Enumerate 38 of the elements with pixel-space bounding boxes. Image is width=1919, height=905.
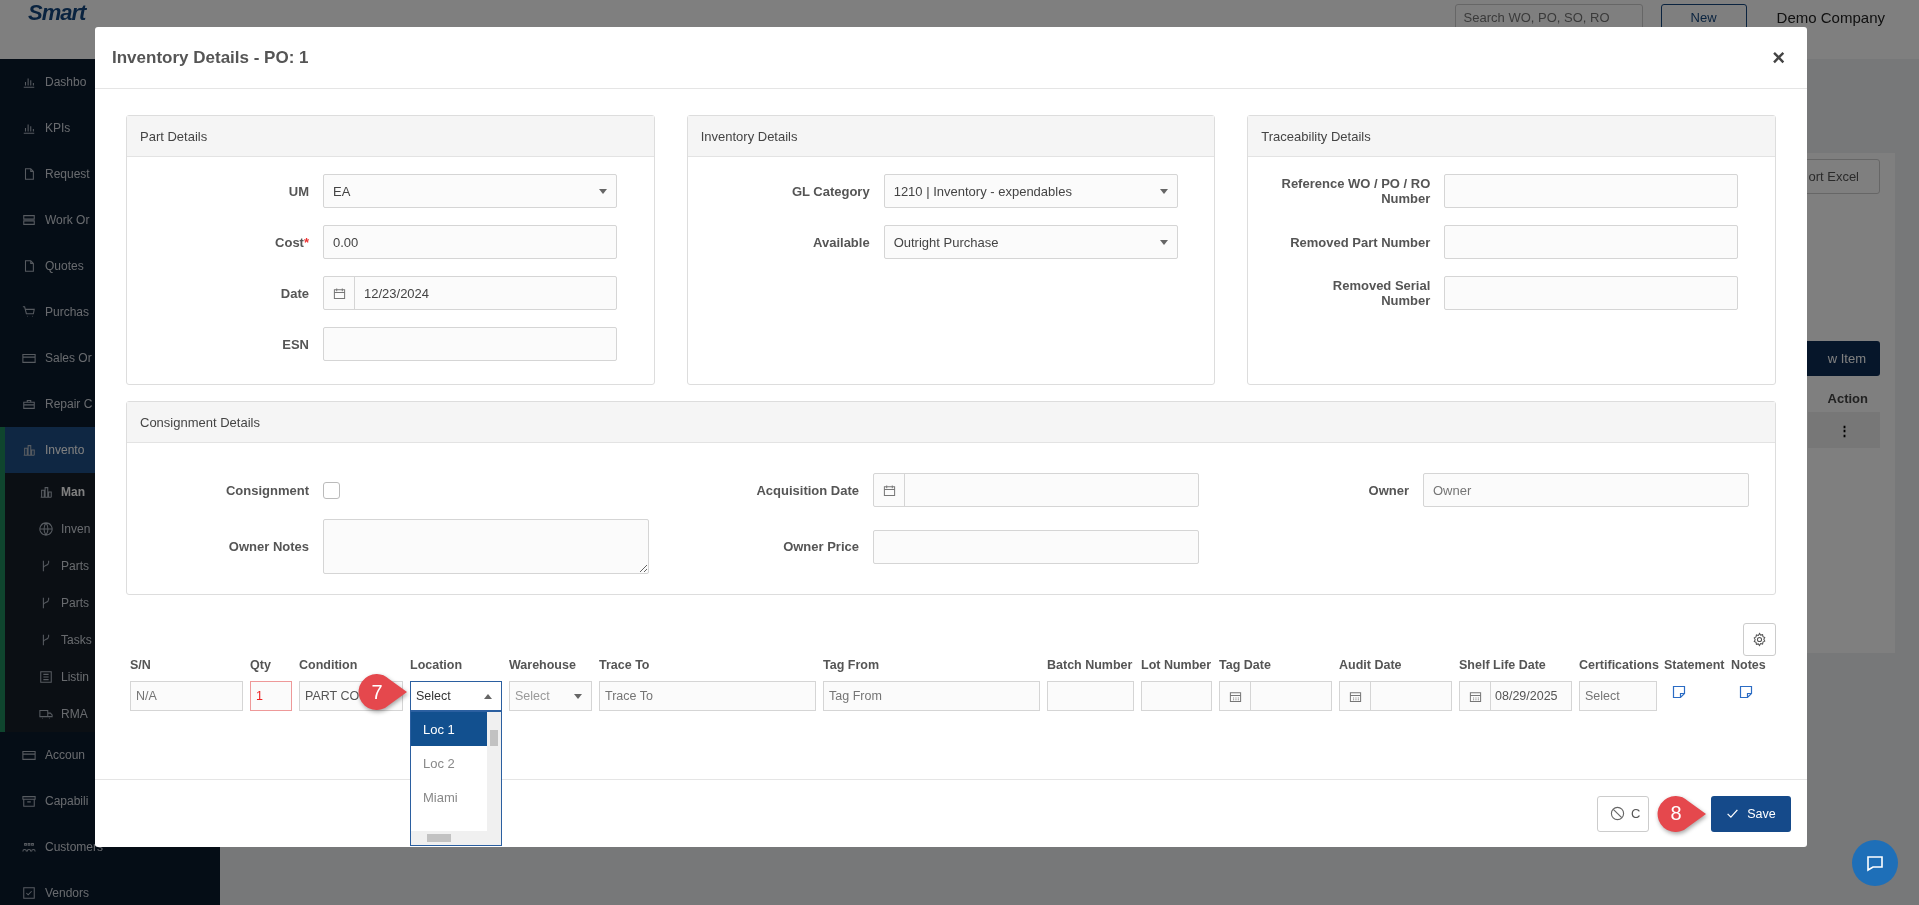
column-header: Qty bbox=[250, 658, 272, 672]
column-header: Location bbox=[410, 658, 464, 672]
field-label: Date bbox=[279, 285, 309, 301]
field-label: Owner Price bbox=[782, 539, 859, 554]
column-header: Certifications bbox=[1579, 658, 1657, 672]
column-header: S/N bbox=[130, 658, 152, 672]
field-label: Removed Part Number bbox=[1289, 234, 1431, 250]
field-label: Cost* bbox=[274, 234, 309, 250]
field-label: Owner bbox=[1367, 482, 1409, 498]
field-label: Reference WO / PO / RO Number bbox=[1280, 176, 1431, 206]
column-header: Shelf Life Date bbox=[1459, 658, 1547, 672]
section-title: Consignment Details bbox=[140, 414, 260, 430]
column-header: Action bbox=[1827, 391, 1869, 406]
column-header: Trace To bbox=[599, 658, 651, 672]
column-header: Warehouse bbox=[509, 658, 577, 672]
field-label: Removed Serial Number bbox=[1331, 278, 1431, 308]
field-label: GL Category bbox=[790, 183, 870, 199]
field-label: UM bbox=[287, 183, 309, 199]
column-header: Lot Number bbox=[1141, 658, 1212, 672]
logo: Smart bbox=[28, 0, 86, 25]
step-marker: 7 bbox=[358, 673, 408, 711]
section-title: Inventory Details bbox=[700, 128, 798, 144]
field-label: Owner Notes bbox=[227, 539, 309, 554]
field-label: ESN bbox=[281, 336, 309, 352]
column-header: Statement bbox=[1664, 658, 1724, 672]
column-header: Notes bbox=[1731, 658, 1767, 672]
column-header: Condition bbox=[299, 658, 359, 672]
field-label: Consignment bbox=[224, 482, 309, 498]
section-title: Part Details bbox=[140, 128, 208, 144]
column-header: Audit Date bbox=[1339, 658, 1403, 672]
field-label: Acquisition Date bbox=[755, 482, 859, 498]
column-header: Batch Number bbox=[1047, 658, 1134, 672]
section-title: Traceability Details bbox=[1261, 128, 1371, 144]
modal-title: Inventory Details - PO: 1 bbox=[112, 47, 309, 68]
step-marker: 8 bbox=[1657, 794, 1707, 833]
field-label: Available bbox=[812, 234, 870, 250]
column-header: Tag Date bbox=[1219, 658, 1272, 672]
column-header: Tag From bbox=[823, 658, 881, 672]
